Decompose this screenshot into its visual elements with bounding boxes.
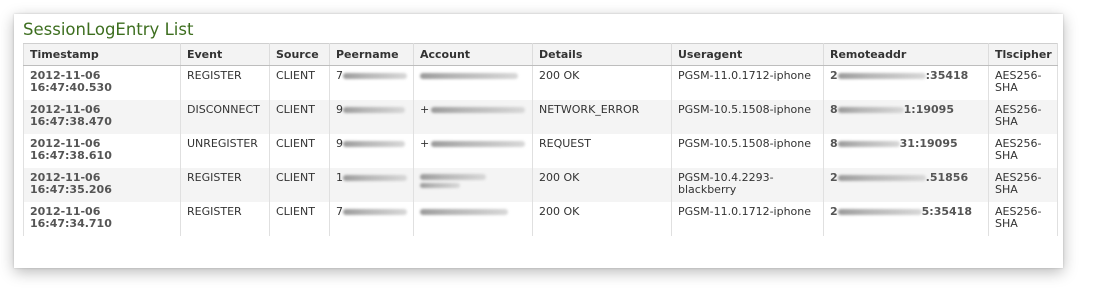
timestamp-cell: 2012-11-06 16:47:38.470	[23, 100, 181, 134]
redacted-peername	[343, 141, 405, 147]
details-cell: 200 OK	[532, 65, 672, 100]
remoteaddr-prefix: 8	[830, 137, 838, 150]
peername-prefix: 9	[336, 137, 343, 150]
peername-cell: 9	[329, 100, 414, 134]
useragent-cell: PGSM-10.4.2293-blackberry	[671, 168, 824, 202]
peername-cell: 7	[329, 65, 414, 100]
event-cell: REGISTER	[180, 65, 270, 100]
remoteaddr-suffix: .51856	[925, 171, 969, 184]
column-header-timestamp[interactable]: Timestamp	[23, 43, 181, 66]
redacted-peername	[343, 175, 407, 181]
peername-prefix: 1	[336, 171, 343, 184]
timestamp-cell: 2012-11-06 16:47:40.530	[23, 65, 181, 100]
page-title: SessionLogEntry List	[23, 20, 194, 39]
remoteaddr-cell: 8 31:19095	[823, 134, 989, 168]
details-cell: NETWORK_ERROR	[532, 100, 672, 134]
tlscipher-cell: AES256-SHA	[988, 202, 1058, 236]
tlscipher-cell: AES256-SHA	[988, 65, 1058, 100]
account-cell	[413, 65, 533, 100]
table-row[interactable]: 2012-11-06 16:47:40.530 REGISTER CLIENT …	[23, 65, 1058, 100]
source-cell: CLIENT	[269, 134, 330, 168]
table-row[interactable]: 2012-11-06 16:47:35.206 REGISTER CLIENT …	[23, 168, 1058, 202]
account-cell: +	[413, 134, 533, 168]
source-cell: CLIENT	[269, 202, 330, 236]
redacted-peername	[343, 107, 405, 113]
column-header-account[interactable]: Account	[413, 43, 533, 66]
account-cell	[413, 168, 533, 202]
redacted-account	[420, 174, 527, 188]
useragent-cell: PGSM-10.5.1508-iphone	[671, 134, 824, 168]
column-header-useragent[interactable]: Useragent	[671, 43, 824, 66]
column-header-tlscipher[interactable]: Tlscipher	[988, 43, 1058, 66]
remoteaddr-cell: 2 5:35418	[823, 202, 989, 236]
details-cell: REQUEST	[532, 134, 672, 168]
account-prefix: +	[420, 137, 430, 150]
useragent-cell: PGSM-11.0.1712-iphone	[671, 202, 824, 236]
remoteaddr-cell: 2 :35418	[823, 65, 989, 100]
redacted-account	[420, 209, 508, 215]
account-cell	[413, 202, 533, 236]
peername-cell: 7	[329, 202, 414, 236]
redacted-remoteaddr	[837, 141, 900, 147]
table-row[interactable]: 2012-11-06 16:47:38.470 DISCONNECT CLIEN…	[23, 100, 1058, 134]
tlscipher-cell: AES256-SHA	[988, 134, 1058, 168]
remoteaddr-suffix: :35418	[925, 69, 969, 82]
redacted-remoteaddr	[837, 107, 904, 113]
table-row[interactable]: 2012-11-06 16:47:34.710 REGISTER CLIENT …	[23, 202, 1058, 236]
event-cell: DISCONNECT	[180, 100, 270, 134]
remoteaddr-prefix: 2	[830, 69, 838, 82]
details-cell: 200 OK	[532, 202, 672, 236]
event-cell: UNREGISTER	[180, 134, 270, 168]
source-cell: CLIENT	[269, 100, 330, 134]
redacted-remoteaddr	[837, 73, 926, 79]
redacted-peername	[343, 209, 407, 215]
session-log-table: Timestamp Event Source Peername Account …	[23, 43, 1058, 236]
table-header-row: Timestamp Event Source Peername Account …	[23, 43, 1058, 66]
table-row[interactable]: 2012-11-06 16:47:38.610 UNREGISTER CLIEN…	[23, 134, 1058, 168]
peername-prefix: 7	[336, 69, 343, 82]
details-cell: 200 OK	[532, 168, 672, 202]
remoteaddr-cell: 2 .51856	[823, 168, 989, 202]
remoteaddr-suffix: 1:19095	[903, 103, 954, 116]
session-log-panel: SessionLogEntry List Timestamp Event Sou…	[14, 14, 1063, 268]
remoteaddr-prefix: 8	[830, 103, 838, 116]
redacted-peername	[343, 73, 407, 79]
remoteaddr-suffix: 31:19095	[899, 137, 958, 150]
peername-prefix: 9	[336, 103, 343, 116]
redacted-remoteaddr	[837, 175, 926, 181]
useragent-cell: PGSM-11.0.1712-iphone	[671, 65, 824, 100]
source-cell: CLIENT	[269, 65, 330, 100]
peername-cell: 9	[329, 134, 414, 168]
column-header-source[interactable]: Source	[269, 43, 330, 66]
redacted-account	[431, 141, 526, 147]
remoteaddr-cell: 8 1:19095	[823, 100, 989, 134]
tlscipher-cell: AES256-SHA	[988, 168, 1058, 202]
source-cell: CLIENT	[269, 168, 330, 202]
remoteaddr-prefix: 2	[830, 171, 838, 184]
redacted-account	[431, 107, 526, 113]
column-header-details[interactable]: Details	[532, 43, 672, 66]
peername-prefix: 7	[336, 205, 343, 218]
peername-cell: 1	[329, 168, 414, 202]
timestamp-cell: 2012-11-06 16:47:38.610	[23, 134, 181, 168]
timestamp-cell: 2012-11-06 16:47:34.710	[23, 202, 181, 236]
column-header-event[interactable]: Event	[180, 43, 270, 66]
timestamp-cell: 2012-11-06 16:47:35.206	[23, 168, 181, 202]
account-prefix: +	[420, 103, 430, 116]
column-header-peername[interactable]: Peername	[329, 43, 414, 66]
redacted-account	[420, 73, 518, 79]
useragent-cell: PGSM-10.5.1508-iphone	[671, 100, 824, 134]
remoteaddr-suffix: 5:35418	[921, 205, 972, 218]
remoteaddr-prefix: 2	[830, 205, 838, 218]
event-cell: REGISTER	[180, 168, 270, 202]
column-header-remoteaddr[interactable]: Remoteaddr	[823, 43, 989, 66]
account-cell: +	[413, 100, 533, 134]
tlscipher-cell: AES256-SHA	[988, 100, 1058, 134]
redacted-remoteaddr	[837, 209, 922, 215]
event-cell: REGISTER	[180, 202, 270, 236]
